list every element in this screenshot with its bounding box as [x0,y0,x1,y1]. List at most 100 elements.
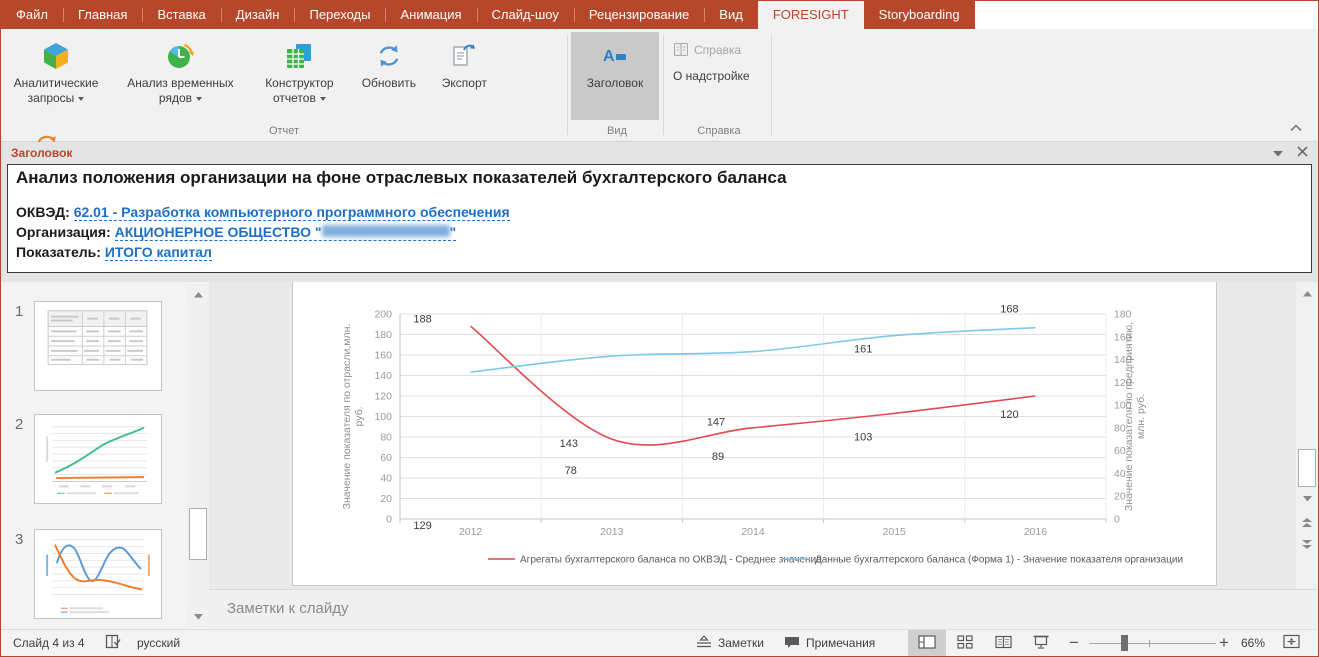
zoom-out-button[interactable]: − [1069,630,1079,656]
ribbon-group-label: Отчет [3,125,565,137]
button-label: Анализ временныхрядов [127,76,233,106]
tab-transitions[interactable]: Переходы [294,1,385,29]
fit-to-window-button[interactable] [1275,630,1307,656]
redacted-organization-name [322,225,450,237]
okved-row: ОКВЭД: 62.01 - Разработка компьютерного … [16,202,1303,222]
tab-home[interactable]: Главная [63,1,142,29]
tab-insert[interactable]: Вставка [142,1,220,29]
reading-view-button[interactable] [984,630,1022,656]
group-separator [567,35,568,135]
status-bar: Слайд 4 из 4 русский Заметки Примечания … [1,629,1318,657]
slide-number: 2 [15,416,23,433]
dropdown-arrow-icon [196,97,202,101]
balance-comparison-chart: 0204060801001201401601802000204060801001… [293,282,1216,584]
thumbnail-scrollbar[interactable] [187,284,208,627]
svg-text:147: 147 [707,417,725,429]
tab-review[interactable]: Рецензирование [574,1,704,29]
scroll-up-icon[interactable] [189,286,207,303]
svg-text:89: 89 [712,451,724,463]
panel-title: Заголовок [11,146,72,160]
dropdown-arrow-icon [320,97,326,101]
indicator-label: Показатель: [16,244,101,260]
zoom-slider[interactable] [1089,630,1216,656]
slide-thumbnail-3[interactable] [34,529,162,619]
panel-close-icon[interactable] [1297,144,1308,162]
collapse-ribbon-button[interactable] [1286,120,1306,136]
tab-animation[interactable]: Анимация [385,1,476,29]
tab-list: ФайлГлавнаяВставкаДизайнПереходыАнимация… [1,1,975,29]
svg-text:160: 160 [374,350,392,362]
comments-icon [784,635,800,652]
slide-canvas[interactable]: 0204060801001201401601802000204060801001… [292,282,1217,586]
svg-text:120: 120 [1000,409,1018,421]
report-table-icon [284,41,314,71]
slide-thumbnail-2[interactable] [34,414,162,504]
ribbon-group-help: Справка О надстройке Справка [667,29,771,141]
panel-menu-chevron-icon[interactable] [1273,144,1283,162]
notes-toggle-button[interactable]: Заметки [696,630,764,656]
scroll-down-icon[interactable] [1298,490,1316,507]
svg-text:20: 20 [380,493,392,505]
header-content-box: Анализ положения организации на фоне отр… [7,164,1312,273]
report-builder-button[interactable]: Конструкторотчетов [252,32,347,120]
slide-number: 1 [15,303,23,320]
tab-slideshow[interactable]: Слайд-шоу [477,1,574,29]
svg-text:0: 0 [386,514,392,526]
tab-view[interactable]: Вид [704,1,758,29]
slideshow-view-button[interactable] [1022,630,1060,656]
ribbon-group-label: Справка [667,125,771,137]
editor-scrollbar[interactable] [1296,282,1318,589]
scroll-up-icon[interactable] [1298,285,1316,302]
tab-file[interactable]: Файл [1,1,63,29]
svg-text:2013: 2013 [600,526,624,538]
svg-text:78: 78 [565,465,577,477]
group-separator [663,35,664,135]
tab-storyboarding[interactable]: Storyboarding [864,1,975,29]
svg-text:0: 0 [1114,514,1120,526]
panel-title-bar: Заголовок [1,142,1318,164]
previous-slide-icon[interactable] [1298,514,1316,531]
zoom-slider-track [1089,643,1216,644]
indicator-row: Показатель: ИТОГО капитал [16,242,1303,262]
scroll-down-icon[interactable] [189,608,207,625]
tab-design[interactable]: Дизайн [221,1,295,29]
normal-view-button[interactable] [908,630,946,656]
notes-pane[interactable]: Заметки к слайду [209,589,1318,629]
zoom-level[interactable]: 66% [1241,630,1265,656]
header-addin-panel: Заголовок Анализ положения организации н… [1,142,1318,282]
analytical-queries-button[interactable]: Аналитическиезапросы [3,32,109,120]
refresh-button[interactable]: Обновить [351,32,426,120]
zoom-slider-thumb[interactable] [1121,635,1128,651]
editor-scrollbar-thumb[interactable] [1298,449,1316,487]
language-indicator[interactable]: русский [137,630,180,656]
svg-text:188: 188 [413,313,431,325]
organization-link[interactable]: АКЦИОНЕРНОЕ ОБЩЕСТВО "" [115,224,457,241]
next-slide-icon[interactable] [1298,536,1316,553]
clock-icon [165,41,195,71]
time-series-analysis-button[interactable]: Анализ временныхрядов [113,32,247,120]
svg-text:2012: 2012 [459,526,483,538]
slide-editor-area: 0204060801001201401601802000204060801001… [209,282,1318,589]
comments-toggle-button[interactable]: Примечания [784,630,875,656]
svg-text:120: 120 [374,391,392,403]
svg-text:A: A [603,48,615,65]
svg-text:80: 80 [380,432,392,444]
slide-thumbnail-1[interactable] [34,301,162,391]
slide-counter: Слайд 4 из 4 [13,630,85,656]
slide-thumbnail-pane: 123 [1,282,209,629]
slide-sorter-icon [957,635,973,652]
spellcheck-button[interactable] [105,630,122,656]
svg-text:129: 129 [413,520,431,532]
about-addin-button[interactable]: О надстройке [673,65,750,87]
slide-sorter-view-button[interactable] [946,630,984,656]
spellcheck-icon [105,634,122,652]
indicator-link[interactable]: ИТОГО капитал [105,244,212,261]
tab-foresight[interactable]: FORESIGHT [758,1,864,29]
zoom-in-button[interactable]: + [1219,630,1229,656]
help-button[interactable]: Справка [673,39,741,61]
export-button[interactable]: Экспорт [431,32,498,120]
header-toggle-button[interactable]: A Заголовок [571,32,659,120]
svg-text:140: 140 [374,370,392,382]
okved-link[interactable]: 62.01 - Разработка компьютерного програм… [74,204,510,221]
thumbnail-scrollbar-thumb[interactable] [189,508,207,560]
